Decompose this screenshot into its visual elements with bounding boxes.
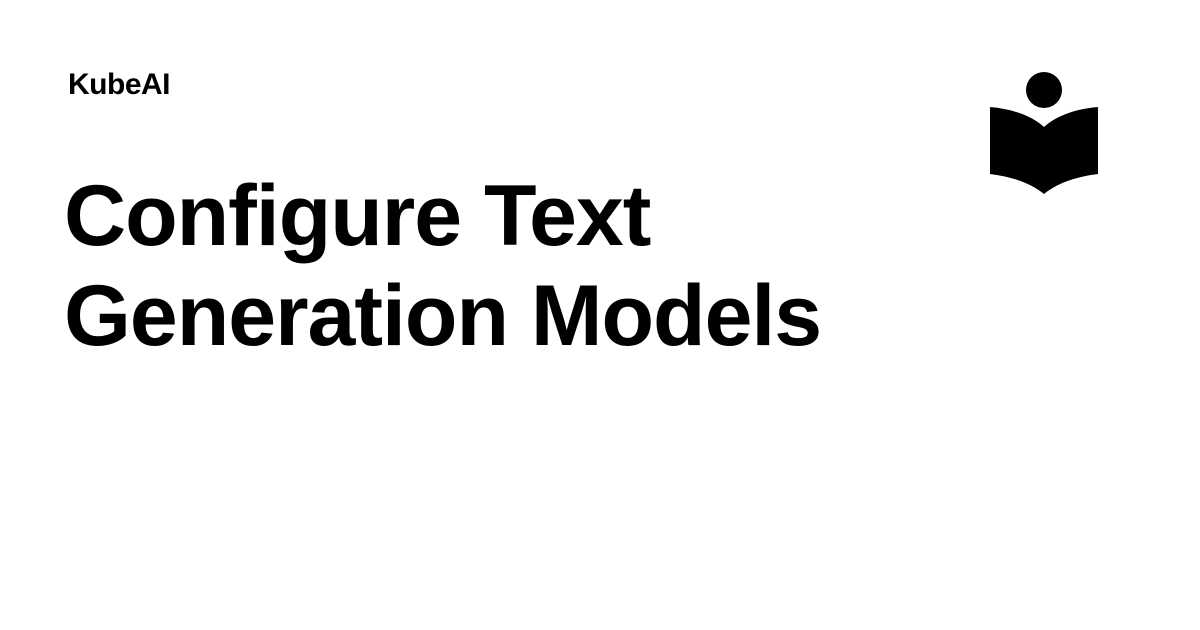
page-title-line-1: Configure Text [64, 168, 651, 264]
reader-book-icon [989, 71, 1099, 196]
page-title: Configure Text Generation Models [64, 166, 924, 366]
social-card: KubeAI Configure Text Generation Models [0, 0, 1200, 630]
site-name: KubeAI [68, 68, 171, 101]
page-title-line-2: Generation Models [64, 268, 822, 364]
